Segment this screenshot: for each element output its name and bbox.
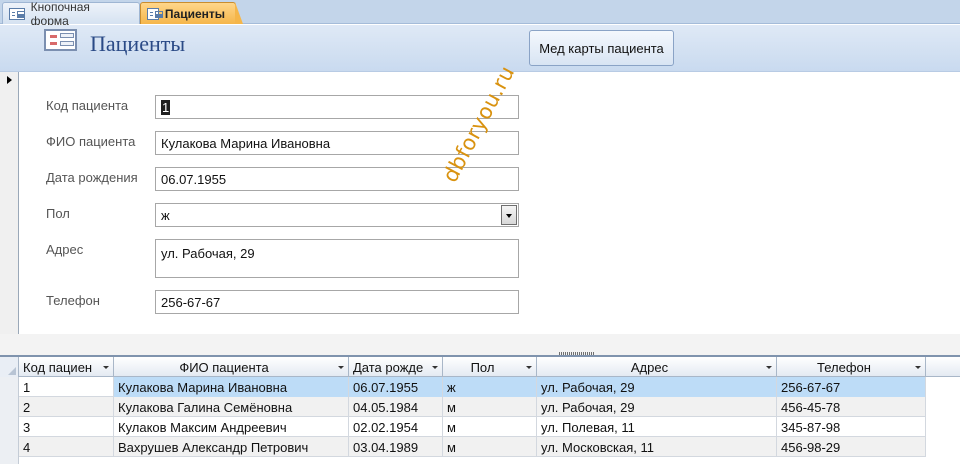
form-icon — [147, 7, 163, 20]
column-header-phone[interactable]: Телефон — [777, 357, 926, 377]
current-record-arrow-icon — [7, 76, 12, 84]
patient-id-field[interactable]: 1 — [155, 95, 519, 119]
sort-filter-arrow-icon[interactable] — [432, 366, 438, 369]
row-selector[interactable] — [0, 377, 19, 397]
row-selector[interactable] — [0, 397, 19, 417]
select-all-corner[interactable] — [0, 357, 19, 377]
form-icon — [44, 29, 77, 51]
cell-birth-date[interactable]: 03.04.1989 — [349, 437, 443, 457]
cell-address[interactable]: ул. Рабочая, 29 — [537, 377, 777, 397]
tab-patients[interactable]: Пациенты — [140, 2, 243, 24]
medical-cards-button[interactable]: Мед карты пациента — [529, 30, 674, 66]
cell-birth-date[interactable]: 04.05.1984 — [349, 397, 443, 417]
page-title: Пациенты — [90, 31, 186, 56]
cell-phone[interactable]: 256-67-67 — [777, 377, 926, 397]
cell-gender[interactable]: м — [443, 417, 537, 437]
label-patient-id: Код пациента — [46, 98, 129, 113]
cell-full-name[interactable]: Кулакова Марина Ивановна — [114, 377, 349, 397]
dropdown-arrow-icon[interactable] — [501, 205, 517, 225]
sort-filter-arrow-icon[interactable] — [103, 366, 109, 369]
datasheet-header-row: Код пациен ФИО пациента Дата рожде Пол А… — [0, 357, 960, 377]
label-gender: Пол — [46, 206, 70, 221]
cell-phone[interactable]: 456-98-29 — [777, 437, 926, 457]
row-selector[interactable] — [0, 457, 19, 464]
gender-combo[interactable]: ж — [155, 203, 519, 227]
phone-field[interactable]: 256-67-67 — [155, 290, 519, 314]
sort-filter-arrow-icon[interactable] — [526, 366, 532, 369]
column-header-full-name[interactable]: ФИО пациента — [114, 357, 349, 377]
cell-gender[interactable]: м — [443, 397, 537, 417]
label-birth-date: Дата рождения — [46, 170, 138, 185]
column-header-gender[interactable]: Пол — [443, 357, 537, 377]
row-selector[interactable] — [0, 417, 19, 437]
table-row[interactable]: 1 Кулакова Марина Ивановна 06.07.1955 ж … — [0, 377, 926, 397]
sort-filter-arrow-icon[interactable] — [766, 366, 772, 369]
splitter-grip-icon[interactable] — [559, 352, 595, 355]
cell-address[interactable]: ул. Московская, 11 — [537, 437, 777, 457]
cell-id[interactable]: 1 — [19, 377, 114, 397]
tab-label: Кнопочная форма — [30, 0, 90, 28]
form-icon — [9, 7, 25, 20]
form-header: Пациенты Мед карты пациента — [0, 25, 960, 72]
cell-full-name[interactable]: Кулакова Галина Семёновна — [114, 397, 349, 417]
gender-value: ж — [161, 208, 170, 223]
row-selector[interactable] — [0, 437, 19, 457]
cell-birth-date[interactable]: 06.07.1955 — [349, 377, 443, 397]
cell-full-name[interactable]: Кулаков Максим Андреевич — [114, 417, 349, 437]
tab-label: Пациенты — [164, 6, 225, 21]
cell-id[interactable]: 3 — [19, 417, 114, 437]
column-header-id[interactable]: Код пациен — [19, 357, 114, 377]
cell-phone[interactable]: 456-45-78 — [777, 397, 926, 417]
table-row[interactable]: 3 Кулаков Максим Андреевич 02.02.1954 м … — [0, 417, 926, 437]
cell-birth-date[interactable]: 02.02.1954 — [349, 417, 443, 437]
table-row[interactable]: 4 Вахрушев Александр Петрович 03.04.1989… — [0, 437, 926, 457]
sort-filter-arrow-icon[interactable] — [915, 366, 921, 369]
cell-gender[interactable]: ж — [443, 377, 537, 397]
cell-phone[interactable]: 345-87-98 — [777, 417, 926, 437]
column-header-address[interactable]: Адрес — [537, 357, 777, 377]
column-header-birth-date[interactable]: Дата рожде — [349, 357, 443, 377]
cell-full-name[interactable]: Вахрушев Александр Петрович — [114, 437, 349, 457]
table-row[interactable] — [0, 457, 926, 464]
record-selector[interactable] — [0, 72, 19, 334]
table-row[interactable]: 2 Кулакова Галина Семёновна 04.05.1984 м… — [0, 397, 926, 417]
split-form-splitter[interactable] — [0, 334, 960, 357]
label-address: Адрес — [46, 242, 84, 257]
label-full-name: ФИО пациента — [46, 134, 136, 149]
address-field[interactable]: ул. Рабочая, 29 — [155, 239, 519, 278]
datasheet: Код пациен ФИО пациента Дата рожде Пол А… — [0, 357, 960, 464]
cell-id[interactable]: 4 — [19, 437, 114, 457]
cell-gender[interactable]: м — [443, 437, 537, 457]
cell-address[interactable]: ул. Полевая, 11 — [537, 417, 777, 437]
sort-filter-arrow-icon[interactable] — [338, 366, 344, 369]
cell-id[interactable]: 2 — [19, 397, 114, 417]
document-tab-bar: Кнопочная форма Пациенты — [0, 0, 960, 28]
cell-address[interactable]: ул. Рабочая, 29 — [537, 397, 777, 417]
label-phone: Телефон — [46, 293, 100, 308]
tab-switchboard-form[interactable]: Кнопочная форма — [2, 0, 140, 28]
